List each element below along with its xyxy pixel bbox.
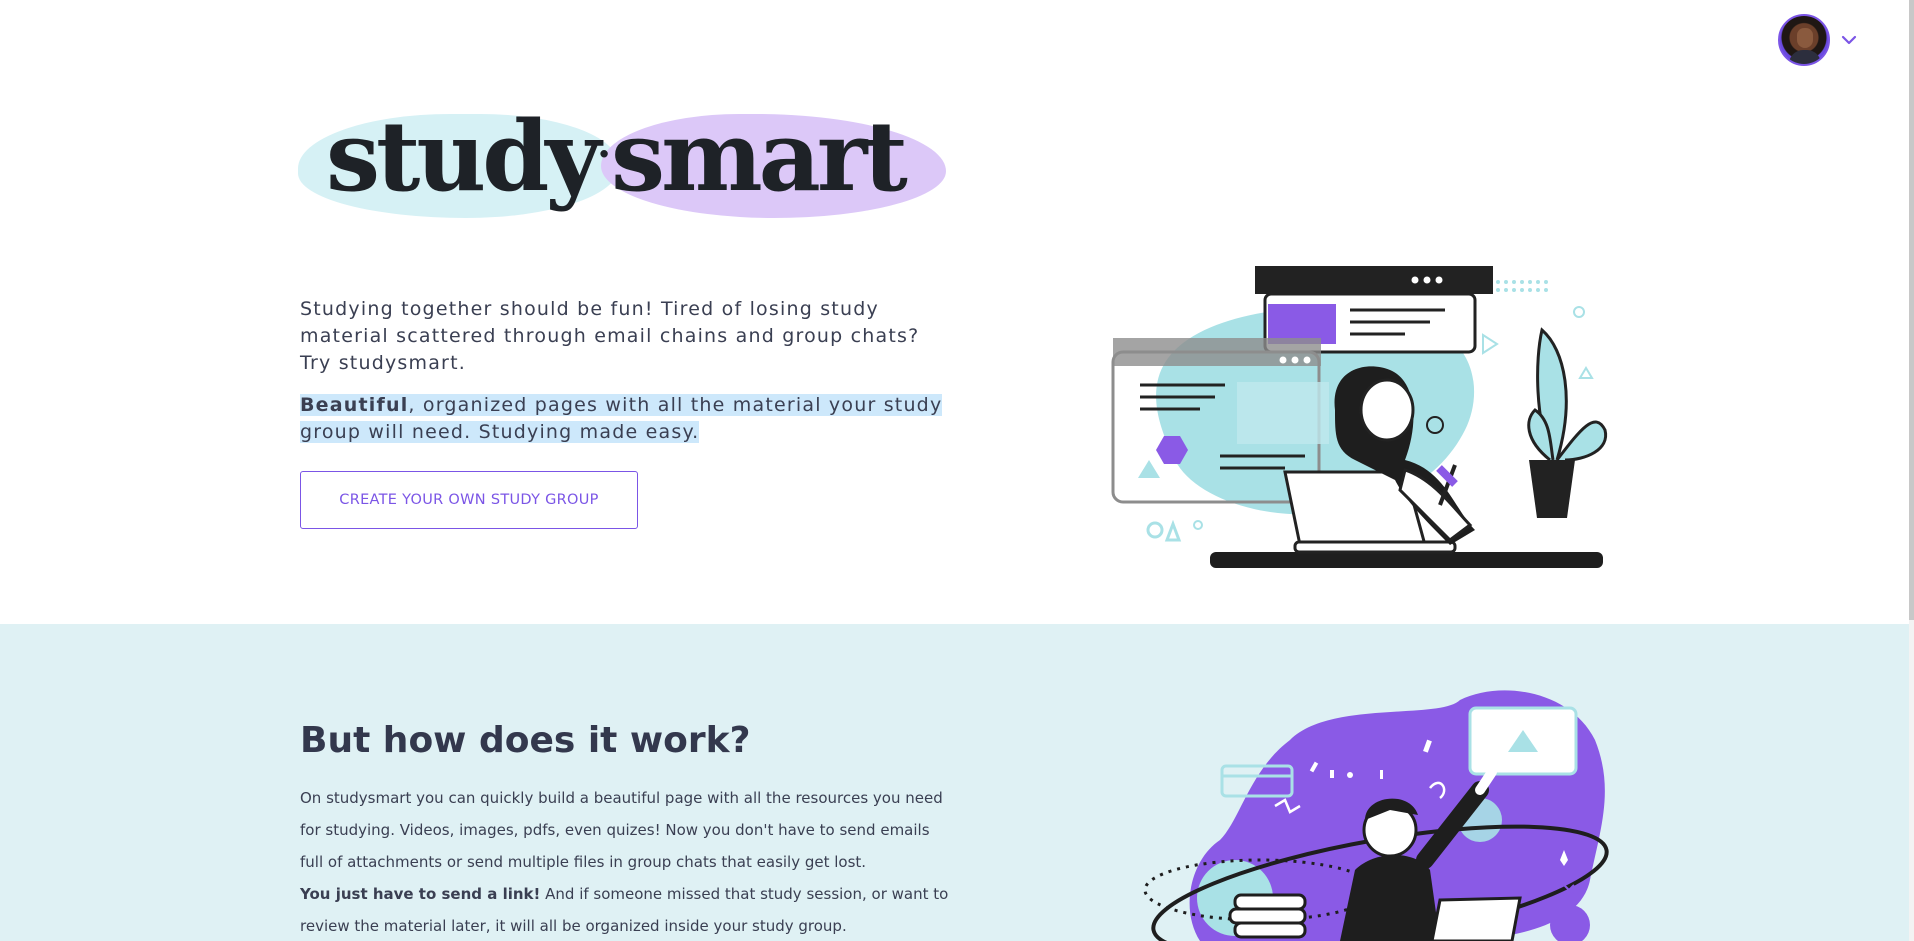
hero-selection-highlight: Beautiful, organized pages with all the … [300, 394, 943, 443]
student-laptop-illustration [1143, 690, 1609, 941]
avatar[interactable] [1778, 14, 1830, 66]
avatar-face [1797, 28, 1813, 48]
hero-intro: Studying together should be fun! Tired o… [300, 296, 950, 461]
how-it-works-body: On studysmart you can quickly build a be… [300, 782, 950, 941]
hero-paragraph-2: Beautiful, organized pages with all the … [300, 392, 950, 446]
how-it-works-section: But how does it work? On studysmart you … [0, 624, 1909, 941]
user-menu[interactable] [1778, 14, 1858, 66]
page-scrollbar[interactable] [1909, 0, 1914, 941]
avatar-shirt [1789, 50, 1821, 64]
how-it-works-title: But how does it work? [300, 720, 751, 761]
hero-bold-text: Beautiful [300, 394, 409, 416]
logo-wordmark: study·smart [326, 100, 908, 213]
hero-paragraph-1: Studying together should be fun! Tired o… [300, 298, 920, 374]
landing-page: study·smart Studying together should be … [0, 0, 1914, 941]
logo: study·smart [298, 100, 948, 240]
how-paragraph-2: You just have to send a link! And if som… [300, 878, 950, 941]
create-study-group-button[interactable]: CREATE YOUR OWN STUDY GROUP [300, 471, 638, 529]
how-paragraph-1: On studysmart you can quickly build a be… [300, 789, 943, 871]
chevron-down-icon[interactable] [1840, 34, 1858, 46]
scrollbar-thumb[interactable] [1909, 0, 1914, 620]
how-bold-text: You just have to send a link! [300, 885, 541, 903]
logo-separator: · [597, 131, 612, 178]
studying-woman-illustration [1111, 266, 1608, 568]
logo-word-study: study [326, 100, 601, 213]
logo-word-smart: smart [611, 100, 908, 213]
